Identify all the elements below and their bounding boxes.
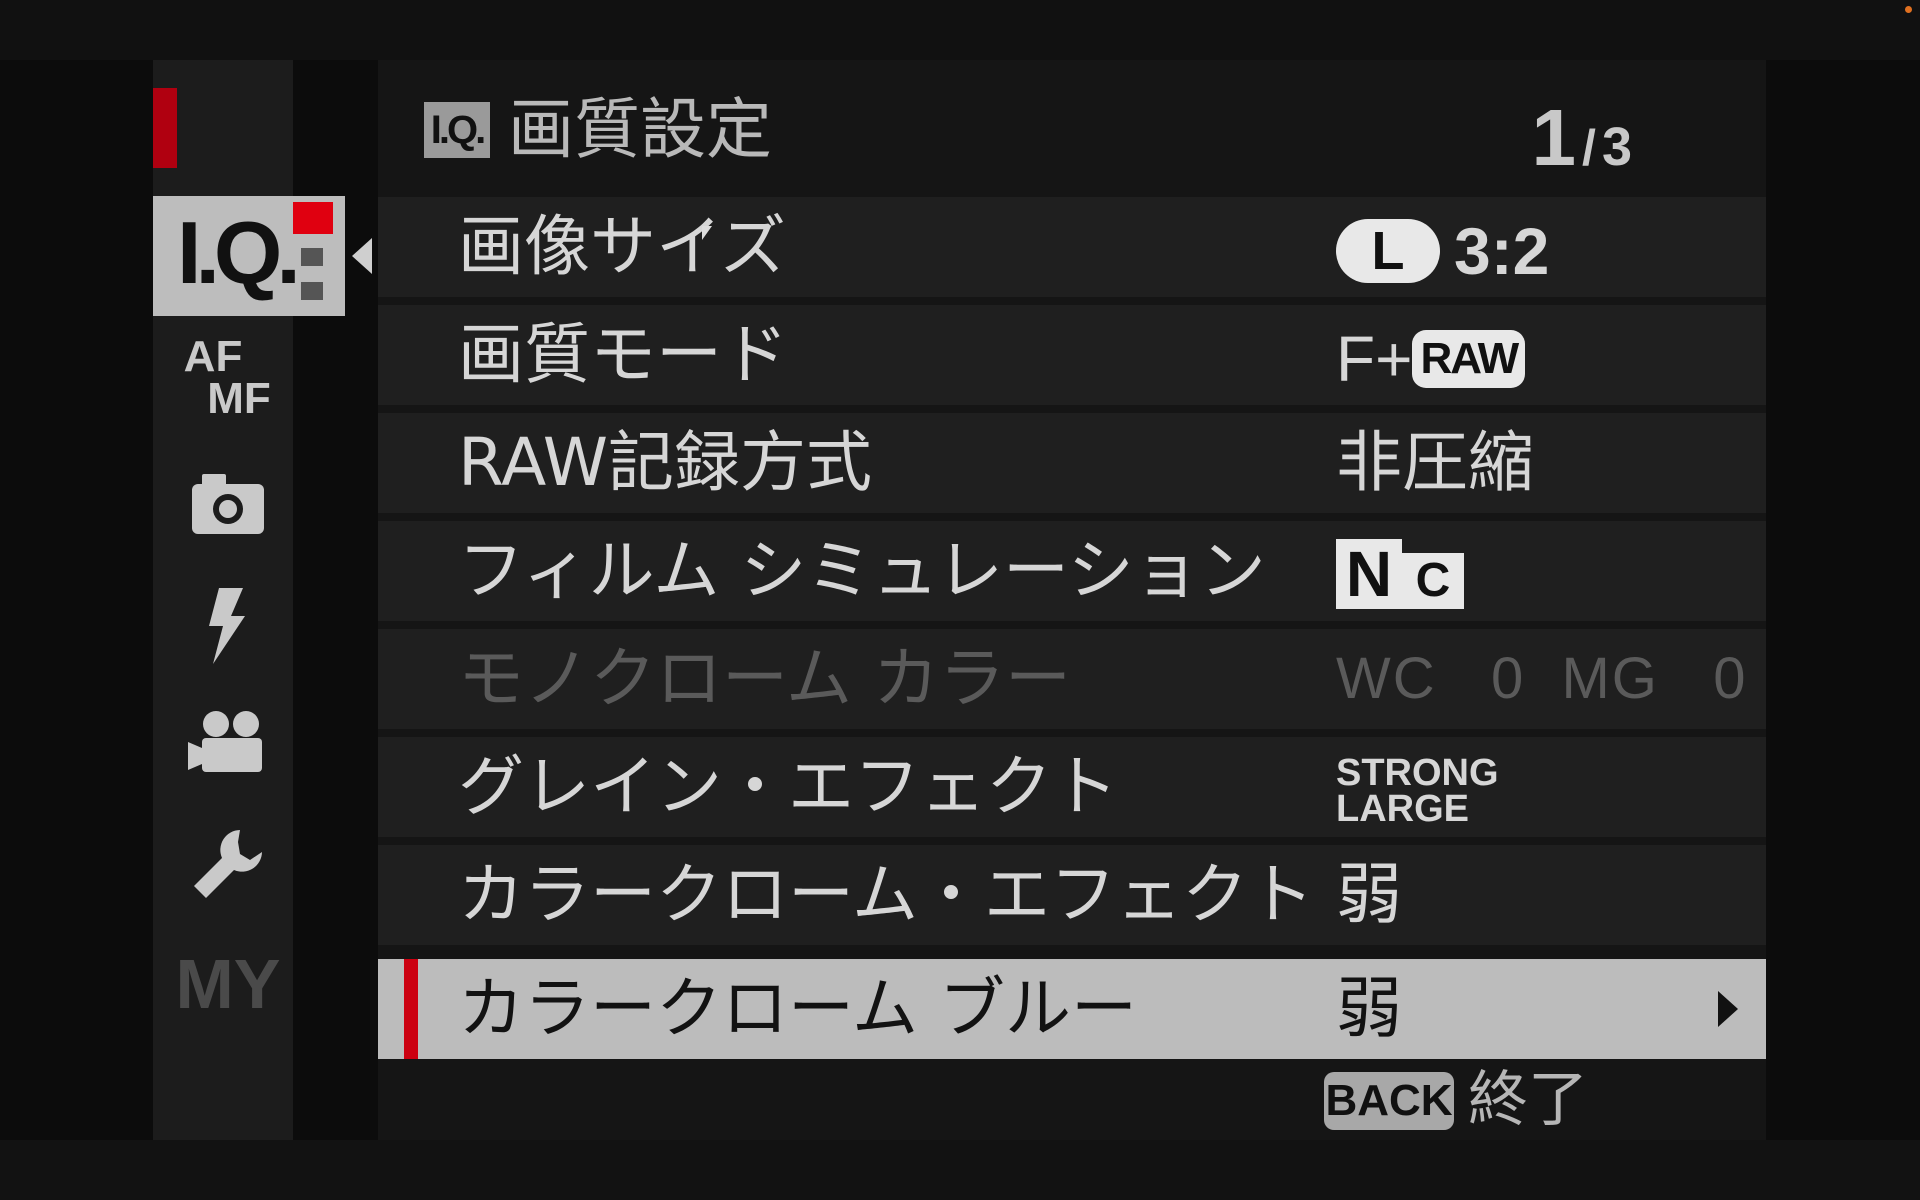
menu-item-label: RAW記録方式	[458, 424, 872, 501]
tab-pointer-arrow	[352, 238, 372, 274]
classic-neg-c: C	[1402, 552, 1464, 609]
menu-item-value: 弱	[1336, 970, 1402, 1047]
my-menu-icon: MY	[175, 945, 281, 1023]
top-strip	[0, 0, 1920, 60]
quality-fine-plus: F+	[1336, 322, 1413, 395]
image-quality-badge-icon: I.Q.	[424, 102, 490, 158]
grain-setting: STRONG LARGE	[1336, 754, 1499, 830]
menu-item-image-size[interactable]: 画像サイズ L 3:2	[378, 197, 1766, 297]
af-mf-icon-line1: AF	[183, 332, 243, 381]
mouse-cursor-icon	[702, 226, 712, 240]
menu-item-color-chrome-effect[interactable]: カラークローム・エフェクト 弱	[378, 845, 1766, 945]
camera-icon	[192, 474, 264, 534]
page-current: 1	[1531, 93, 1577, 182]
classic-neg-icon: N C	[1336, 538, 1466, 611]
menu-item-value: N C	[1336, 531, 1466, 611]
wrench-icon	[194, 830, 262, 898]
menu-panel: I.Q. 画質設定 1/3 画像サイズ L 3:2 画質モード F+ RAW RAW…	[378, 60, 1766, 1140]
page-title: 画質設定	[508, 91, 772, 168]
back-button[interactable]: BACK	[1324, 1072, 1454, 1130]
tab-flash[interactable]	[153, 578, 303, 678]
menu-item-color-chrome-blue[interactable]: カラークローム ブルー 弱	[378, 959, 1766, 1059]
menu-item-value: F+ RAW	[1336, 315, 1526, 399]
raw-badge-icon: RAW	[1412, 329, 1526, 388]
menu-item-value: L 3:2	[1336, 207, 1549, 291]
bottom-strip	[0, 1140, 1920, 1200]
menu-item-value: 非圧縮	[1336, 424, 1534, 501]
status-dot	[1905, 6, 1912, 13]
size-l-badge: L	[1336, 218, 1440, 283]
menu-item-label: 画質モード	[458, 316, 788, 393]
menu-item-label: グレイン・エフェクト	[458, 748, 1118, 825]
movie-camera-icon	[188, 711, 262, 772]
page-total: 3	[1601, 117, 1632, 177]
menu-item-label: カラークローム ブルー	[458, 970, 1137, 1047]
menu-item-value: STRONG LARGE	[1336, 747, 1499, 839]
tab-image-quality[interactable]: I.Q.	[153, 196, 345, 316]
selection-bar	[404, 959, 418, 1059]
submenu-arrow-icon	[1718, 991, 1738, 1027]
menu-item-image-quality[interactable]: 画質モード F+ RAW	[378, 305, 1766, 405]
page-number: 1/3	[1532, 92, 1632, 184]
menu-item-raw-recording[interactable]: RAW記録方式 非圧縮	[378, 413, 1766, 513]
menu-footer: BACK 終了	[378, 1060, 1766, 1140]
menu-item-label: 画像サイズ	[458, 208, 787, 285]
menu-item-monochrome-color: モノクローム カラー WC 0 MG 0	[378, 629, 1766, 729]
menu-item-value: 弱	[1336, 856, 1402, 933]
image-quality-icon: I.Q.	[177, 203, 301, 302]
grain-size: LARGE	[1336, 788, 1469, 830]
tab-my-menu[interactable]: MY	[153, 944, 303, 1044]
page-indicator-active	[293, 202, 333, 234]
tab-shooting[interactable]	[153, 462, 303, 562]
tab-position-marker	[153, 88, 177, 168]
classic-neg-n: N	[1336, 538, 1402, 609]
page-indicator-3	[301, 282, 323, 300]
menu-item-label: カラークローム・エフェクト	[458, 856, 1315, 933]
page-indicator-2	[301, 248, 323, 266]
tab-af-mf[interactable]: AF MF	[153, 335, 303, 436]
menu-header: I.Q. 画質設定 1/3	[378, 60, 1766, 195]
menu-item-label: モノクローム カラー	[458, 640, 1071, 717]
menu-item-value: WC 0 MG 0	[1336, 646, 1748, 711]
exit-label: 終了	[1468, 1065, 1588, 1135]
flash-icon	[209, 588, 245, 664]
page-separator: /	[1582, 120, 1596, 176]
menu-item-film-simulation[interactable]: フィルム シミュレーション N C	[378, 521, 1766, 621]
camera-menu-screen: I.Q. AF MF MY I.Q. 画質設定 1 / 3 画像サイズ L 3:…	[0, 0, 1920, 1200]
tab-setup[interactable]	[153, 820, 303, 920]
af-mf-icon-line2: MF	[207, 374, 271, 423]
aspect-ratio-value: 3:2	[1454, 213, 1550, 288]
menu-item-label: フィルム シミュレーション	[458, 532, 1266, 609]
menu-item-grain-effect[interactable]: グレイン・エフェクト STRONG LARGE	[378, 737, 1766, 837]
tab-movie[interactable]	[153, 700, 303, 800]
